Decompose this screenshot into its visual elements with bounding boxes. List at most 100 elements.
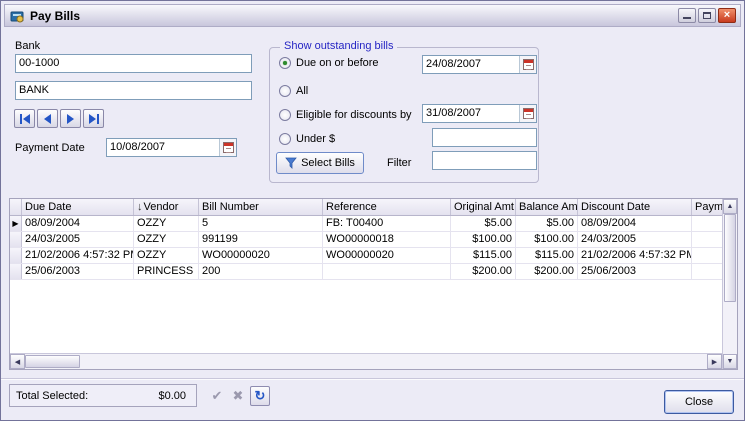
nav-first-button[interactable]: [14, 109, 35, 128]
row-selector[interactable]: [10, 248, 22, 263]
scroll-right-button[interactable]: ▶: [707, 354, 722, 369]
radio-icon[interactable]: [279, 133, 291, 145]
payment-date-calendar-button[interactable]: [219, 139, 236, 156]
radio-icon[interactable]: [279, 109, 291, 121]
grid-cell-vendor[interactable]: OZZY: [134, 232, 199, 248]
radio-icon[interactable]: [279, 85, 291, 97]
grid-cell-due_date[interactable]: 24/03/2005: [22, 232, 134, 248]
grid-cell-original_amt[interactable]: $115.00: [451, 248, 516, 264]
column-header-original_amt[interactable]: Original Amt: [451, 199, 516, 216]
select-bills-button[interactable]: Select Bills: [276, 152, 364, 174]
grid-cell-bill_number[interactable]: 5: [199, 216, 323, 232]
due-date-field[interactable]: 24/08/2007: [422, 55, 537, 74]
grid-cell-reference[interactable]: FB: T00400: [323, 216, 451, 232]
filter-input[interactable]: [432, 151, 537, 170]
row-selector[interactable]: ▶: [10, 216, 22, 231]
due-date-calendar-button[interactable]: [519, 56, 536, 73]
under-amount-input[interactable]: [432, 128, 537, 147]
bank-code-field[interactable]: 00-1000: [15, 54, 252, 73]
column-header-discount_date[interactable]: Discount Date: [578, 199, 692, 216]
close-window-button[interactable]: ×: [718, 8, 736, 23]
column-header-payment[interactable]: Payme: [692, 199, 722, 216]
grid-cell-original_amt[interactable]: $100.00: [451, 232, 516, 248]
window-controls: ×: [678, 8, 736, 23]
column-header-bill_number[interactable]: Bill Number: [199, 199, 323, 216]
table-row[interactable]: 21/02/2006 4:57:32 PMOZZYWO00000020WO000…: [10, 248, 722, 264]
close-button[interactable]: Close: [664, 390, 734, 414]
row-selector[interactable]: [10, 264, 22, 279]
calendar-icon: [523, 59, 534, 70]
grid-cell-payment[interactable]: [692, 248, 722, 264]
grid-cell-balance_amt[interactable]: $115.00: [516, 248, 578, 264]
show-outstanding-bills-group: Show outstanding bills Due on or before …: [269, 47, 539, 183]
minimize-icon: [683, 17, 691, 19]
grid-cell-reference[interactable]: WO00000018: [323, 232, 451, 248]
bank-name-field[interactable]: BANK: [15, 81, 252, 100]
maximize-button[interactable]: [698, 8, 716, 23]
nav-last-button[interactable]: [83, 109, 104, 128]
bills-grid: Due Date↓VendorBill NumberReferenceOrigi…: [9, 198, 738, 370]
discount-date-calendar-button[interactable]: [519, 105, 536, 122]
radio-due-on-or-before[interactable]: Due on or before: [279, 57, 379, 69]
column-header-label: Discount Date: [581, 201, 650, 213]
table-row[interactable]: 24/03/2005OZZY991199WO00000018$100.00$10…: [10, 232, 722, 248]
grid-cell-due_date[interactable]: 25/06/2003: [22, 264, 134, 280]
payment-date-field[interactable]: 10/08/2007: [106, 138, 237, 157]
grid-cell-due_date[interactable]: 08/09/2004: [22, 216, 134, 232]
nav-next-button[interactable]: [60, 109, 81, 128]
grid-cell-reference[interactable]: [323, 264, 451, 280]
minimize-button[interactable]: [678, 8, 696, 23]
horizontal-scrollbar-thumb[interactable]: [25, 355, 80, 368]
radio-eligible-for-discounts[interactable]: Eligible for discounts by: [279, 109, 412, 121]
grid-cell-balance_amt[interactable]: $200.00: [516, 264, 578, 280]
grid-cell-reference[interactable]: WO00000020: [323, 248, 451, 264]
discount-date-field[interactable]: 31/08/2007: [422, 104, 537, 123]
column-header-reference[interactable]: Reference: [323, 199, 451, 216]
nav-previous-button[interactable]: [37, 109, 58, 128]
table-row[interactable]: ▶08/09/2004OZZY5FB: T00400$5.00$5.0008/0…: [10, 216, 722, 232]
radio-all[interactable]: All: [279, 85, 308, 97]
due-date-value[interactable]: 24/08/2007: [423, 56, 519, 73]
discount-date-value[interactable]: 31/08/2007: [423, 105, 519, 122]
grid-cell-discount_date[interactable]: 08/09/2004: [578, 216, 692, 232]
titlebar[interactable]: Pay Bills ×: [4, 4, 741, 27]
refresh-icon: ↻: [255, 388, 266, 403]
radio-icon[interactable]: [279, 57, 291, 69]
payment-date-value[interactable]: 10/08/2007: [107, 139, 219, 156]
grid-cell-balance_amt[interactable]: $5.00: [516, 216, 578, 232]
grid-cell-bill_number[interactable]: 991199: [199, 232, 323, 248]
scroll-up-button[interactable]: ▲: [723, 199, 737, 214]
vertical-scrollbar-track[interactable]: [723, 302, 737, 354]
horizontal-scrollbar-track[interactable]: [80, 354, 707, 369]
radio-under-amount[interactable]: Under $: [279, 133, 335, 145]
grid-cell-payment[interactable]: [692, 232, 722, 248]
grid-cell-balance_amt[interactable]: $100.00: [516, 232, 578, 248]
refresh-button[interactable]: ↻: [250, 386, 270, 406]
column-header-vendor[interactable]: ↓Vendor: [134, 199, 199, 216]
grid-cell-payment[interactable]: [692, 264, 722, 280]
grid-cell-vendor[interactable]: OZZY: [134, 248, 199, 264]
vertical-scrollbar-thumb[interactable]: [724, 214, 736, 302]
grid-cell-discount_date[interactable]: 21/02/2006 4:57:32 PM: [578, 248, 692, 264]
grid-cell-bill_number[interactable]: WO00000020: [199, 248, 323, 264]
grid-cell-discount_date[interactable]: 25/06/2003: [578, 264, 692, 280]
grid-cell-vendor[interactable]: OZZY: [134, 216, 199, 232]
column-header-due_date[interactable]: Due Date: [22, 199, 134, 216]
grid-cell-original_amt[interactable]: $5.00: [451, 216, 516, 232]
radio-label: Due on or before: [296, 57, 379, 69]
grid-cell-payment[interactable]: [692, 216, 722, 232]
cancel-button[interactable]: ✖: [228, 386, 248, 406]
grid-cell-original_amt[interactable]: $200.00: [451, 264, 516, 280]
apply-button[interactable]: ✔: [207, 386, 227, 406]
scroll-down-button[interactable]: ▼: [723, 354, 737, 369]
row-selector[interactable]: [10, 232, 22, 247]
horizontal-scrollbar[interactable]: ◀ ▶: [10, 353, 722, 369]
vertical-scrollbar[interactable]: ▲ ▼: [722, 199, 737, 369]
column-header-balance_amt[interactable]: Balance Amt: [516, 199, 578, 216]
grid-cell-bill_number[interactable]: 200: [199, 264, 323, 280]
grid-cell-vendor[interactable]: PRINCESS: [134, 264, 199, 280]
scroll-left-button[interactable]: ◀: [10, 354, 25, 369]
grid-cell-due_date[interactable]: 21/02/2006 4:57:32 PM: [22, 248, 134, 264]
grid-cell-discount_date[interactable]: 24/03/2005: [578, 232, 692, 248]
table-row[interactable]: 25/06/2003PRINCESS200$200.00$200.0025/06…: [10, 264, 722, 280]
